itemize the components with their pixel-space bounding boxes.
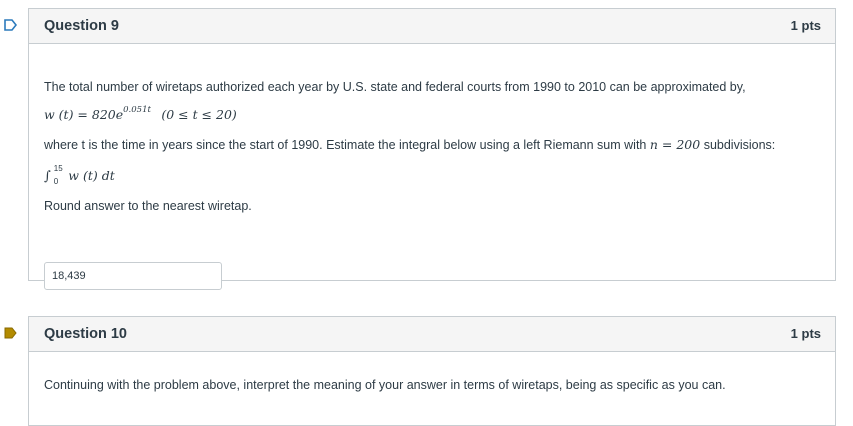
question-9-formula: w (t) = 820e0.051t (0 ≤ t ≤ 20) — [44, 105, 237, 123]
subdivisions-text: subdivisions: — [703, 138, 776, 152]
answer-value: 18,439 — [52, 270, 86, 282]
question-9-round-instruction: Round answer to the nearest wiretap. — [44, 199, 252, 213]
question-9-integral: ∫ 15 0 w (t) dt — [44, 164, 115, 186]
question-10-header: Question 10 1 pts — [29, 317, 835, 352]
n-expression: n = 200 — [649, 137, 701, 152]
question-10-title: Question 10 — [44, 326, 127, 342]
flag-question-10-icon[interactable] — [4, 327, 17, 339]
question-9-points: 1 pts — [790, 18, 821, 33]
question-10-prompt: Continuing with the problem above, inter… — [44, 378, 726, 392]
question-9-where: where t is the time in years since the s… — [44, 137, 775, 152]
where-text: where t is the time in years since the s… — [44, 138, 647, 152]
formula-lhs: w (t) = 820e — [44, 107, 124, 123]
question-9-title: Question 9 — [44, 18, 119, 34]
question-9-header: Question 9 1 pts — [29, 9, 835, 44]
question-10-card: Question 10 1 pts Continuing with the pr… — [28, 316, 836, 426]
question-9-intro: The total number of wiretaps authorized … — [44, 80, 746, 94]
integral-upper-limit: 15 — [53, 163, 63, 173]
formula-domain: (0 ≤ t ≤ 20) — [161, 107, 237, 123]
question-9-card: Question 9 1 pts The total number of wir… — [28, 8, 836, 290]
integral-lower-limit: 0 — [53, 176, 59, 186]
flag-question-9-icon[interactable] — [4, 19, 17, 31]
integral-sign: ∫ — [44, 169, 51, 184]
answer-input[interactable]: 18,439 — [44, 262, 222, 290]
question-10-points: 1 pts — [790, 326, 821, 341]
formula-exponent: 0.051t — [123, 105, 151, 115]
integrand: w (t) dt — [68, 168, 115, 183]
